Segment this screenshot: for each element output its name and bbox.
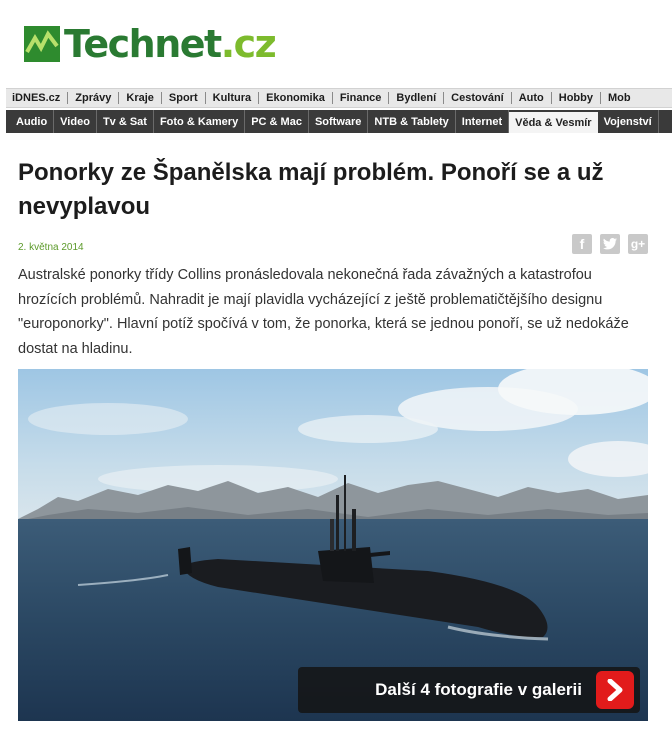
article-perex: Australské ponorky třídy Collins pronásl… (18, 267, 629, 357)
google-plus-icon[interactable]: g+ (628, 234, 648, 254)
nav-item-mob[interactable]: Mob (601, 92, 638, 104)
gallery-button[interactable]: Další 4 fotografie v galerii (298, 667, 640, 713)
section-item-veda-vesmir[interactable]: Věda & Vesmír (509, 110, 598, 133)
primary-nav: iDNES.cz Zprávy Kraje Sport Kultura Ekon… (6, 88, 672, 108)
twitter-icon[interactable] (600, 234, 620, 254)
nav-item-bydleni[interactable]: Bydlení (389, 92, 445, 104)
section-item-tv-sat[interactable]: Tv & Sat (97, 110, 154, 133)
share-buttons: f g+ (572, 234, 648, 254)
section-nav: Audio Video Tv & Sat Foto & Kamery PC & … (6, 110, 672, 133)
gallery-button-label: Další 4 fotografie v galerii (375, 680, 582, 699)
site-logo[interactable]: Technet.cz (24, 22, 277, 66)
section-item-vojenstvi[interactable]: Vojenství (598, 110, 659, 133)
section-item-ntb-tablety[interactable]: NTB & Tablety (368, 110, 456, 133)
nav-item-sport[interactable]: Sport (162, 92, 206, 104)
article-date: 2. května 2014 (18, 242, 84, 253)
nav-item-zpravy[interactable]: Zprávy (68, 92, 120, 104)
nav-item-kraje[interactable]: Kraje (119, 92, 162, 104)
section-item-video[interactable]: Video (54, 110, 97, 133)
nav-item-auto[interactable]: Auto (512, 92, 552, 104)
chevron-right-icon (596, 671, 634, 709)
article-title: Ponorky ze Španělska mají problém. Ponoř… (18, 159, 604, 220)
section-item-software[interactable]: Software (309, 110, 369, 133)
logo-text: Technet.cz (64, 22, 277, 66)
logo-mark-icon (24, 26, 60, 62)
facebook-icon[interactable]: f (572, 234, 592, 254)
nav-item-finance[interactable]: Finance (333, 92, 390, 104)
nav-item-cestovani[interactable]: Cestování (444, 92, 512, 104)
nav-item-hobby[interactable]: Hobby (552, 92, 601, 104)
section-item-foto-kamery[interactable]: Foto & Kamery (154, 110, 246, 133)
section-item-audio[interactable]: Audio (6, 110, 55, 133)
section-item-pc-mac[interactable]: PC & Mac (245, 110, 309, 133)
nav-item-kultura[interactable]: Kultura (206, 92, 260, 104)
section-item-internet[interactable]: Internet (456, 110, 510, 133)
nav-item-idnes[interactable]: iDNES.cz (6, 92, 69, 104)
nav-item-ekonomika[interactable]: Ekonomika (259, 92, 333, 104)
